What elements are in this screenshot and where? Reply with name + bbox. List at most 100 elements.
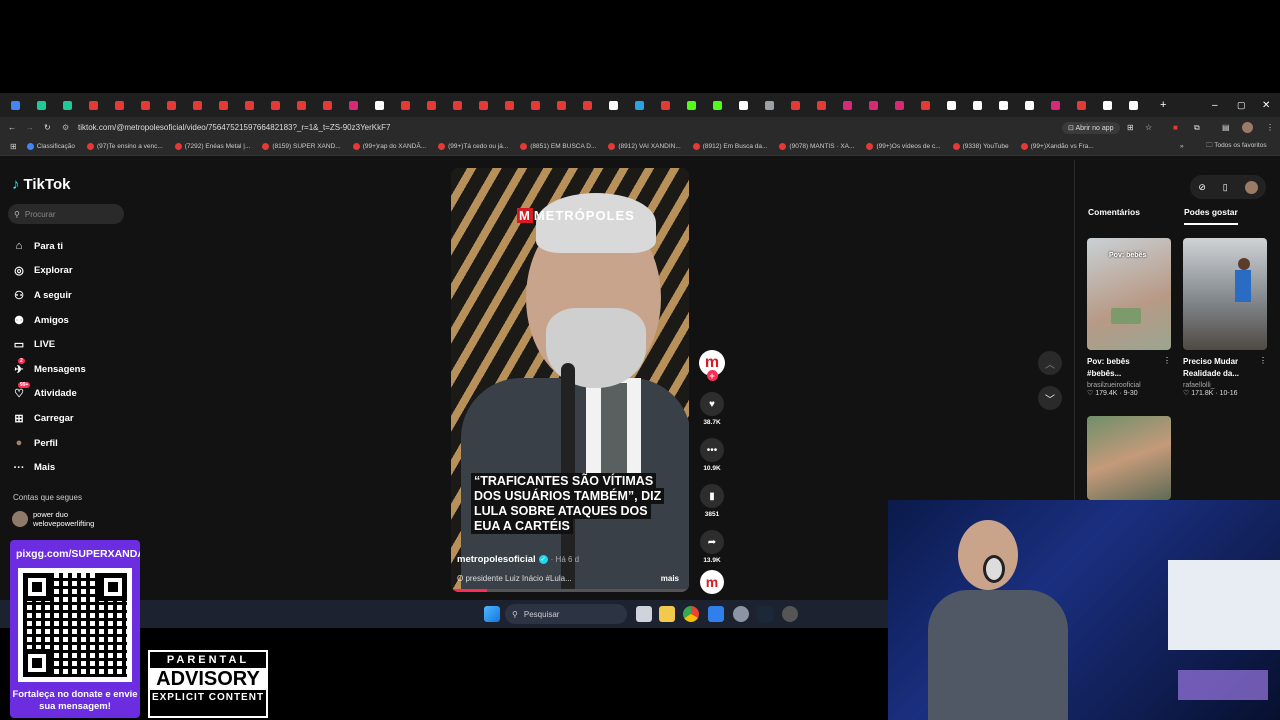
- browser-tab[interactable]: [678, 93, 704, 117]
- browser-tab[interactable]: [522, 93, 548, 117]
- browser-tab[interactable]: [990, 93, 1016, 117]
- profile-avatar[interactable]: [1242, 122, 1253, 133]
- browser-tab[interactable]: [418, 93, 444, 117]
- sidebar-item-carregar[interactable]: ⊞ Carregar: [12, 406, 132, 431]
- video-progress-bar[interactable]: [451, 589, 689, 592]
- address-bar[interactable]: tiktok.com/@metropolesoficial/video/7564…: [78, 123, 390, 132]
- sidebar-item-explorar[interactable]: ◎ Explorar: [12, 259, 132, 284]
- browser-tab[interactable]: [548, 93, 574, 117]
- sidebar-item-mensagens[interactable]: ✈ 2 Mensagens: [12, 357, 132, 382]
- app-icon[interactable]: [708, 606, 724, 622]
- like-button[interactable]: ♥: [700, 392, 724, 416]
- video-player[interactable]: M METRÓPOLES “TRAFICANTES SÃO VÍTIMAS DOS…: [451, 168, 689, 592]
- browser-tab[interactable]: [704, 93, 730, 117]
- browser-tab[interactable]: [652, 93, 678, 117]
- browser-tab[interactable]: [210, 93, 236, 117]
- browser-tab[interactable]: [626, 93, 652, 117]
- close-window-icon[interactable]: ✕: [1262, 100, 1270, 111]
- following-item[interactable]: power duo welovepowerlifting: [12, 510, 94, 528]
- extensions-icon[interactable]: ⧉: [1194, 123, 1200, 133]
- new-tab-icon[interactable]: +: [1160, 99, 1166, 111]
- sidebar-item-perfil[interactable]: ● Perfil: [12, 431, 132, 456]
- bookmark-item[interactable]: (99+)Tá cedo ou já...: [438, 143, 508, 150]
- sidebar-item-amigos[interactable]: ⚉ Amigos: [12, 308, 132, 333]
- browser-tab[interactable]: [2, 93, 28, 117]
- steam-icon[interactable]: [757, 606, 773, 622]
- reload-icon[interactable]: ↻: [44, 123, 62, 132]
- apps-icon[interactable]: ⊞: [10, 142, 17, 151]
- site-info-icon[interactable]: ⚙: [62, 123, 78, 132]
- browser-tab[interactable]: [1068, 93, 1094, 117]
- menu-icon[interactable]: ⋮: [1266, 123, 1274, 132]
- bookmark-item[interactable]: (8912) VAI XANDIN...: [608, 143, 681, 150]
- browser-tab[interactable]: [938, 93, 964, 117]
- save-button[interactable]: ▮: [700, 484, 724, 508]
- maximize-icon[interactable]: ▢: [1237, 100, 1246, 111]
- bookmark-item[interactable]: (99+)rap do XANDÃ...: [352, 143, 426, 150]
- file-explorer-icon[interactable]: [659, 606, 675, 622]
- music-disc-icon[interactable]: m: [700, 570, 724, 594]
- browser-tab[interactable]: [756, 93, 782, 117]
- browser-tab[interactable]: [80, 93, 106, 117]
- browser-tab[interactable]: [444, 93, 470, 117]
- video-author[interactable]: metropolesoficial ✓ · Há 6 d: [457, 554, 579, 565]
- browser-tab[interactable]: [314, 93, 340, 117]
- settings-icon[interactable]: [733, 606, 749, 622]
- prev-video-button[interactable]: ︿: [1038, 351, 1062, 375]
- browser-tab[interactable]: [964, 93, 990, 117]
- browser-tab[interactable]: [730, 93, 756, 117]
- sidepanel-icon[interactable]: ▤: [1222, 123, 1230, 132]
- browser-tab[interactable]: [54, 93, 80, 117]
- user-avatar[interactable]: [1244, 180, 1258, 194]
- browser-tab[interactable]: [1016, 93, 1042, 117]
- browser-tab[interactable]: [912, 93, 938, 117]
- browser-tab[interactable]: [28, 93, 54, 117]
- open-in-app-button[interactable]: ⊡ Abrir no app: [1062, 121, 1120, 134]
- forward-icon[interactable]: →: [26, 123, 44, 132]
- browser-tab[interactable]: [886, 93, 912, 117]
- bookmark-item[interactable]: (8159) SUPER XAND...: [262, 143, 341, 150]
- browser-tab[interactable]: [262, 93, 288, 117]
- bookmark-item[interactable]: (9338) YouTube: [952, 143, 1009, 150]
- browser-tab[interactable]: [600, 93, 626, 117]
- sidebar-item-mais[interactable]: ··· Mais: [12, 455, 132, 480]
- obs-icon[interactable]: [782, 606, 798, 622]
- bookmark-item[interactable]: (8912) Em Busca da...: [692, 143, 767, 150]
- bookmark-item[interactable]: (97)Te ensino a venc...: [87, 143, 163, 150]
- bookmarks-overflow-icon[interactable]: »: [1180, 143, 1184, 150]
- tab-you-may-like[interactable]: Podes gostar: [1183, 207, 1238, 225]
- sidebar-item-a-seguir[interactable]: ⚇ A seguir: [12, 283, 132, 308]
- search-input[interactable]: ⚲ Procurar: [8, 204, 124, 224]
- browser-tab[interactable]: [1120, 93, 1146, 117]
- browser-tab[interactable]: [392, 93, 418, 117]
- browser-tab[interactable]: [1042, 93, 1068, 117]
- browser-tab[interactable]: [340, 93, 366, 117]
- browser-tab[interactable]: [236, 93, 262, 117]
- tab-comments[interactable]: Comentários: [1088, 207, 1140, 225]
- browser-tab[interactable]: [834, 93, 860, 117]
- browser-tab[interactable]: [1094, 93, 1120, 117]
- device-icon[interactable]: ▯: [1223, 182, 1228, 193]
- bookmark-item[interactable]: (9078) MANTIS · XA...: [779, 143, 854, 150]
- task-view-icon[interactable]: [636, 606, 652, 622]
- comment-button[interactable]: •••: [700, 438, 724, 462]
- browser-tab[interactable]: [782, 93, 808, 117]
- creator-avatar[interactable]: m +: [699, 350, 725, 381]
- browser-tab[interactable]: [132, 93, 158, 117]
- chrome-icon[interactable]: [683, 606, 699, 622]
- back-icon[interactable]: ←: [8, 123, 26, 132]
- sidebar-item-live[interactable]: ▭ LIVE: [12, 332, 132, 357]
- browser-tab[interactable]: [860, 93, 886, 117]
- translate-icon[interactable]: ⊞: [1127, 123, 1134, 132]
- tiktok-logo[interactable]: ♪ TikTok: [12, 176, 70, 193]
- bookmark-item[interactable]: Classificação: [26, 143, 75, 150]
- bookmark-item[interactable]: (7292) Enéas Metal |...: [174, 143, 250, 150]
- sidebar-item-para-ti[interactable]: ⌂ Para ti: [12, 234, 132, 259]
- bookmark-item[interactable]: (99+)Xandão vs Fra...: [1020, 143, 1094, 150]
- suggested-video-card[interactable]: Preciso Mudar Realidade da... ⋮ rafaello…: [1183, 238, 1267, 397]
- windows-start-icon[interactable]: [484, 606, 500, 622]
- share-button[interactable]: ➦: [700, 530, 724, 554]
- star-icon[interactable]: ☆: [1145, 123, 1152, 132]
- follow-plus-icon[interactable]: +: [706, 370, 718, 381]
- extension-icon[interactable]: ■: [1173, 123, 1178, 132]
